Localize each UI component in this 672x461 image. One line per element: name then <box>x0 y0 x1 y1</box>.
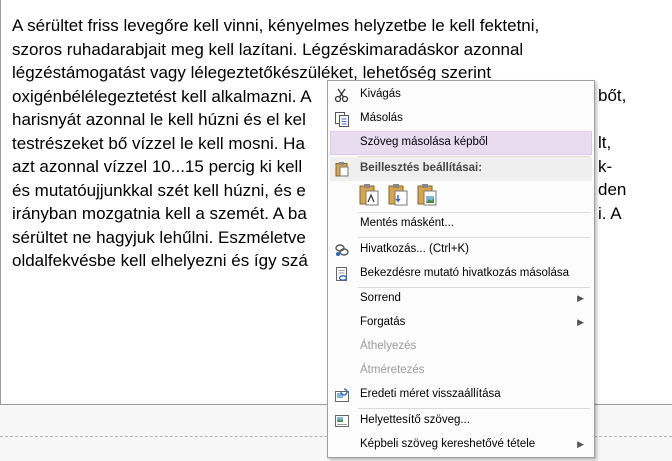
document-line: szoros ruhadarabjait meg kell lazítani. … <box>12 39 524 59</box>
document-fragment: lt, <box>598 133 612 152</box>
restore-size-icon <box>335 388 349 402</box>
paste-options-header-label: Beillesztés beállításai: <box>360 162 483 174</box>
menu-item-copy-link-to-paragraph-label: Bekezdésre mutató hivatkozás másolása <box>360 267 570 279</box>
paste-keep-formatting-icon[interactable] <box>358 182 380 208</box>
menu-item-copy-text-from-picture-label: Szöveg másolása képből <box>360 136 488 148</box>
menu-item-alt-text[interactable]: Helyettesítő szöveg... <box>330 409 592 433</box>
menu-item-copy[interactable]: Másolás <box>330 107 592 131</box>
link-icon <box>335 244 349 256</box>
menu-item-move: Áthelyezés <box>330 335 592 359</box>
document-line: A sérültet friss levegőre kell vinni, ké… <box>12 16 540 35</box>
menu-item-cut-label: Kivágás <box>360 88 401 100</box>
menu-item-order[interactable]: Sorrend ▶ <box>330 287 592 311</box>
menu-item-move-label: Áthelyezés <box>360 340 417 352</box>
copy-icon <box>335 112 349 127</box>
paste-options-row <box>358 182 488 210</box>
menu-item-copy-label: Másolás <box>360 112 403 124</box>
menu-item-resize-label: Átméretezés <box>360 364 425 376</box>
menu-item-cut[interactable]: Kivágás <box>330 83 592 107</box>
scissors-icon <box>334 88 349 103</box>
menu-item-restore-original-size[interactable]: Eredeti méret visszaállítása <box>330 383 592 407</box>
alt-text-icon <box>335 415 349 427</box>
menu-item-copy-link-to-paragraph[interactable]: Bekezdésre mutató hivatkozás másolása <box>330 262 592 286</box>
paste-options-header: Beillesztés beállításai: <box>330 157 592 181</box>
menu-item-save-as-picture-label: Mentés másként... <box>360 217 454 229</box>
document-fragment: den <box>598 180 627 199</box>
context-menu[interactable]: Kivágás Másolás Szöveg másolása képből B… <box>327 80 595 458</box>
menu-item-resize: Átméretezés <box>330 359 592 383</box>
paragraph-link-icon <box>336 267 348 281</box>
menu-item-order-label: Sorrend <box>360 292 401 304</box>
menu-item-make-text-searchable[interactable]: Képbeli szöveg kereshetővé tétele ▶ <box>330 433 592 457</box>
document-fragment: k- <box>598 157 613 176</box>
menu-item-rotate-label: Forgatás <box>360 316 406 328</box>
menu-item-save-as-picture[interactable]: Mentés másként... <box>330 212 592 236</box>
menu-item-make-text-searchable-label: Képbeli szöveg kereshetővé tétele <box>360 438 536 450</box>
paste-merge-formatting-icon[interactable] <box>387 182 409 208</box>
menu-item-alt-text-label: Helyettesítő szöveg... <box>360 414 470 426</box>
paste-picture-icon[interactable] <box>416 182 438 208</box>
document-fragment: bőt, <box>598 86 627 105</box>
submenu-arrow-icon: ▶ <box>577 317 584 327</box>
menu-item-restore-original-size-label: Eredeti méret visszaállítása <box>360 388 501 400</box>
clipboard-icon <box>335 162 349 177</box>
menu-item-copy-text-from-picture[interactable]: Szöveg másolása képből <box>330 131 592 155</box>
submenu-arrow-icon: ▶ <box>577 293 584 303</box>
menu-item-rotate[interactable]: Forgatás ▶ <box>330 311 592 335</box>
menu-item-link-label: Hivatkozás... (Ctrl+K) <box>360 243 469 255</box>
submenu-arrow-icon: ▶ <box>577 439 584 449</box>
document-fragment: i. A <box>598 204 622 223</box>
menu-item-link[interactable]: Hivatkozás... (Ctrl+K) <box>330 238 592 262</box>
